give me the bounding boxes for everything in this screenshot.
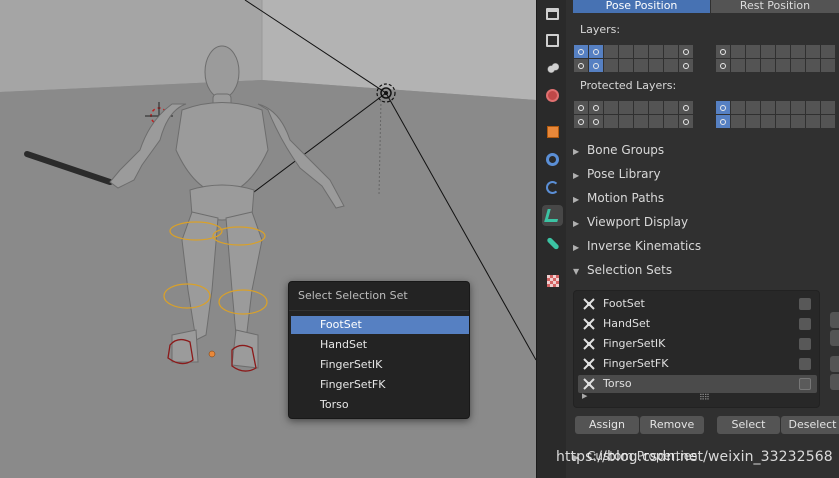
layers-grid-left[interactable] bbox=[574, 45, 693, 72]
assign-button[interactable]: Assign bbox=[575, 416, 639, 434]
rest-position-button[interactable]: Rest Position bbox=[711, 0, 839, 13]
section-label: Inverse Kinematics bbox=[587, 239, 702, 253]
section-motion-paths[interactable]: ▶ Motion Paths bbox=[573, 188, 664, 208]
selection-set-icon bbox=[583, 298, 595, 310]
selection-set-icon bbox=[583, 358, 595, 370]
render-icon bbox=[546, 7, 559, 20]
section-label: Viewport Display bbox=[587, 215, 689, 229]
set-name: FingerSetFK bbox=[603, 357, 669, 370]
section-label: Pose Library bbox=[587, 167, 661, 181]
remove-set-button[interactable] bbox=[830, 330, 839, 346]
section-viewport-display[interactable]: ▶ Viewport Display bbox=[573, 212, 688, 232]
protected-layers-grid-right[interactable] bbox=[716, 101, 835, 128]
view-layer-icon bbox=[546, 61, 559, 74]
menu-title: Select Selection Set bbox=[298, 289, 408, 302]
tab-modifiers[interactable] bbox=[542, 149, 563, 170]
list-expand-arrow-icon[interactable]: ▶ bbox=[582, 392, 587, 400]
list-item[interactable]: HandSet bbox=[578, 315, 817, 333]
section-label: Bone Groups bbox=[587, 143, 665, 157]
add-set-button[interactable] bbox=[830, 312, 839, 328]
protected-layers-label: Protected Layers: bbox=[580, 79, 677, 92]
tab-view-layer[interactable] bbox=[542, 57, 563, 78]
menu-item-fingersetfk[interactable]: FingerSetFK bbox=[291, 376, 469, 394]
menu-divider bbox=[289, 310, 469, 311]
set-checkbox[interactable] bbox=[799, 358, 811, 370]
bone-icon bbox=[545, 236, 560, 251]
watermark-text: https://blog.csdn.net/weixin_33232568 bbox=[556, 449, 833, 465]
collapsed-arrow-icon: ▶ bbox=[573, 171, 580, 180]
list-item[interactable]: FingerSetFK bbox=[578, 355, 817, 373]
output-icon bbox=[546, 34, 559, 47]
collapsed-arrow-icon: ▶ bbox=[573, 195, 580, 204]
list-item[interactable]: FootSet bbox=[578, 295, 817, 313]
set-name: FootSet bbox=[603, 297, 645, 310]
selection-set-icon bbox=[583, 338, 595, 350]
tab-physics[interactable] bbox=[542, 177, 563, 198]
properties-tab-strip bbox=[536, 0, 566, 478]
collapsed-arrow-icon: ▶ bbox=[573, 219, 580, 228]
tab-armature-data[interactable] bbox=[542, 205, 563, 226]
selection-set-icon bbox=[583, 378, 595, 390]
move-up-button[interactable] bbox=[830, 356, 839, 372]
section-pose-library[interactable]: ▶ Pose Library bbox=[573, 164, 661, 184]
object-icon bbox=[546, 125, 559, 138]
tab-output[interactable] bbox=[542, 30, 563, 51]
section-bone-groups[interactable]: ▶ Bone Groups bbox=[573, 140, 664, 160]
properties-panel: Pose Position Rest Position Layers: Prot… bbox=[566, 0, 839, 478]
select-button[interactable]: Select bbox=[717, 416, 780, 434]
list-item-selected[interactable]: Torso bbox=[578, 375, 817, 393]
section-label: Motion Paths bbox=[587, 191, 665, 205]
list-resize-grip-icon[interactable]: ⠿⠿ bbox=[699, 393, 710, 402]
selection-sets-list[interactable]: FootSet HandSet FingerSetIK FingerSetFK … bbox=[573, 290, 820, 408]
layers-label: Layers: bbox=[580, 23, 621, 36]
3d-viewport[interactable]: Select Selection Set FootSet HandSet Fin… bbox=[0, 0, 536, 478]
menu-item-torso[interactable]: Torso bbox=[291, 396, 469, 414]
set-checkbox[interactable] bbox=[799, 318, 811, 330]
texture-icon bbox=[546, 274, 559, 287]
set-name: HandSet bbox=[603, 317, 651, 330]
physics-icon bbox=[546, 181, 559, 194]
tab-bone[interactable] bbox=[542, 233, 563, 254]
protected-layers-grid-left[interactable] bbox=[574, 101, 693, 128]
menu-item-footset[interactable]: FootSet bbox=[291, 316, 469, 334]
world-icon bbox=[546, 89, 559, 102]
remove-button[interactable]: Remove bbox=[640, 416, 704, 434]
select-selection-set-menu: Select Selection Set FootSet HandSet Fin… bbox=[288, 281, 470, 419]
pose-position-button[interactable]: Pose Position bbox=[573, 0, 710, 13]
set-checkbox[interactable] bbox=[799, 378, 811, 390]
section-inverse-kinematics[interactable]: ▶ Inverse Kinematics bbox=[573, 236, 701, 256]
set-name: Torso bbox=[603, 377, 632, 390]
deselect-button[interactable]: Deselect bbox=[781, 416, 839, 434]
menu-item-fingersetik[interactable]: FingerSetIK bbox=[291, 356, 469, 374]
list-item[interactable]: FingerSetIK bbox=[578, 335, 817, 353]
layers-grid-right[interactable] bbox=[716, 45, 835, 72]
set-checkbox[interactable] bbox=[799, 298, 811, 310]
collapsed-arrow-icon: ▶ bbox=[573, 147, 580, 156]
collapsed-arrow-icon: ▶ bbox=[573, 243, 580, 252]
armature-data-icon bbox=[544, 209, 561, 222]
menu-item-handset[interactable]: HandSet bbox=[291, 336, 469, 354]
tab-texture[interactable] bbox=[542, 270, 563, 291]
tab-world[interactable] bbox=[542, 85, 563, 106]
modifier-icon bbox=[546, 153, 559, 166]
tab-object[interactable] bbox=[542, 121, 563, 142]
move-down-button[interactable] bbox=[830, 374, 839, 390]
section-selection-sets[interactable]: ▼ Selection Sets bbox=[573, 260, 672, 280]
set-checkbox[interactable] bbox=[799, 338, 811, 350]
tab-render[interactable] bbox=[542, 3, 563, 24]
set-name: FingerSetIK bbox=[603, 337, 666, 350]
selection-set-icon bbox=[583, 318, 595, 330]
section-label: Selection Sets bbox=[587, 263, 673, 277]
expanded-arrow-icon: ▼ bbox=[573, 267, 580, 276]
